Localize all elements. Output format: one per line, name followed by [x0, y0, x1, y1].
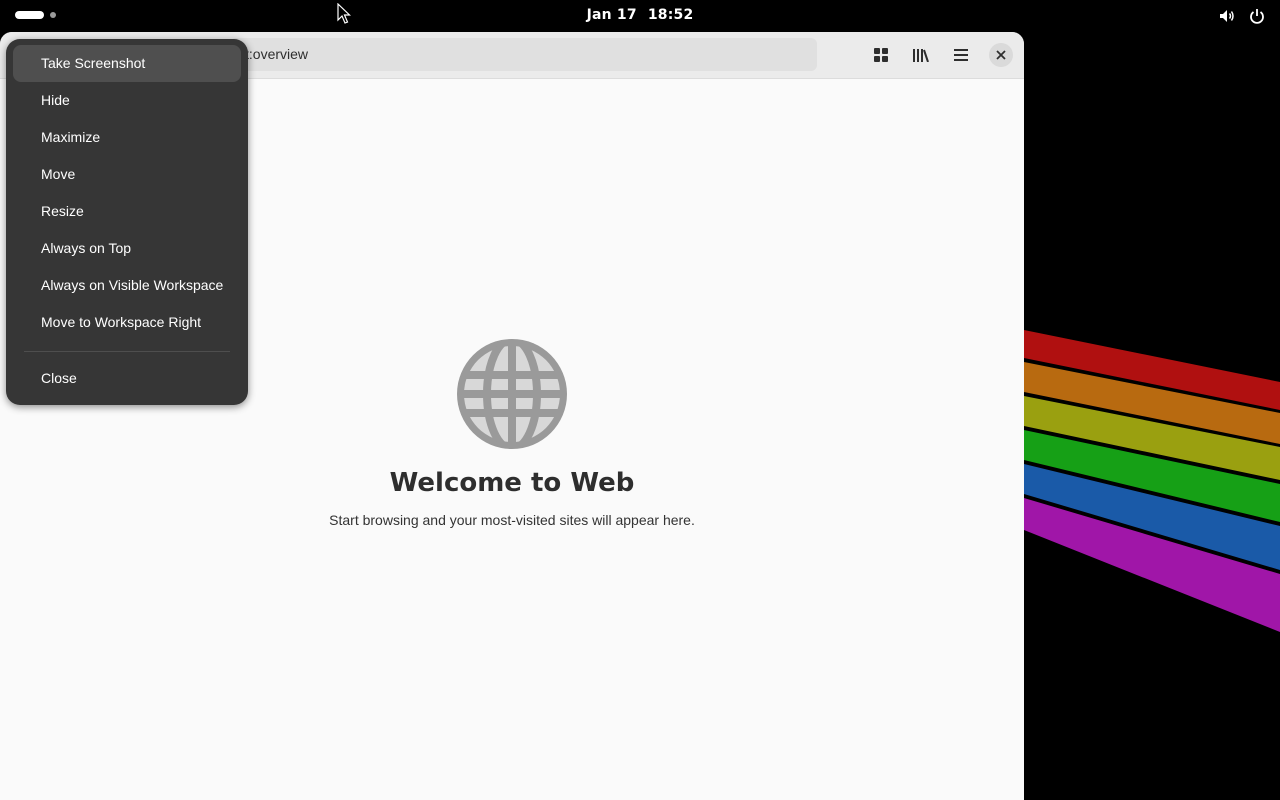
clock-time: 18:52 — [647, 7, 694, 23]
power-icon[interactable] — [1248, 7, 1266, 25]
tabs-overview-button[interactable] — [868, 42, 894, 68]
menu-item-move-to-workspace-right[interactable]: Move to Workspace Right — [13, 304, 241, 341]
clock-date: Jan 17 — [586, 7, 637, 23]
menu-separator — [24, 351, 230, 352]
menu-item-label: Hide — [41, 92, 70, 108]
mouse-pointer-icon — [337, 3, 351, 24]
address-bar[interactable]: t:overview — [230, 38, 817, 71]
menu-item-always-on-visible-workspace[interactable]: Always on Visible Workspace — [13, 267, 241, 304]
menu-item-take-screenshot[interactable]: Take Screenshot — [13, 45, 241, 82]
menu-item-close[interactable]: Close — [13, 360, 241, 397]
main-menu-icon — [954, 49, 968, 61]
menu-item-label: Always on Visible Workspace — [41, 277, 224, 293]
main-menu-button[interactable] — [948, 42, 974, 68]
menu-item-label: Resize — [41, 203, 84, 219]
close-icon — [996, 50, 1006, 60]
menu-item-label: Maximize — [41, 129, 101, 145]
globe-icon — [457, 339, 567, 449]
clock[interactable]: Jan 17 18:52 — [0, 7, 1280, 23]
volume-icon[interactable] — [1218, 7, 1236, 25]
menu-item-label: Take Screenshot — [41, 55, 146, 71]
menu-item-label: Move — [41, 166, 76, 182]
menu-item-maximize[interactable]: Maximize — [13, 119, 241, 156]
menu-item-always-on-top[interactable]: Always on Top — [13, 230, 241, 267]
library-button[interactable] — [908, 42, 934, 68]
welcome-subtitle: Start browsing and your most-visited sit… — [329, 512, 695, 528]
window-menu: Take Screenshot Hide Maximize Move Resiz… — [6, 39, 248, 405]
welcome-title: Welcome to Web — [389, 468, 635, 498]
menu-item-label: Close — [41, 370, 77, 386]
system-tray[interactable] — [1218, 7, 1266, 25]
desktop-wallpaper — [1024, 330, 1280, 632]
menu-item-hide[interactable]: Hide — [13, 82, 241, 119]
close-window-button[interactable] — [989, 43, 1013, 67]
menu-item-label: Always on Top — [41, 240, 132, 256]
menu-item-move[interactable]: Move — [13, 156, 241, 193]
tabs-overview-icon — [874, 48, 888, 62]
library-icon — [913, 49, 929, 62]
address-bar-text[interactable]: t:overview — [245, 46, 308, 62]
menu-item-label: Move to Workspace Right — [41, 314, 202, 330]
top-bar: Jan 17 18:52 — [0, 0, 1280, 32]
menu-item-resize[interactable]: Resize — [13, 193, 241, 230]
